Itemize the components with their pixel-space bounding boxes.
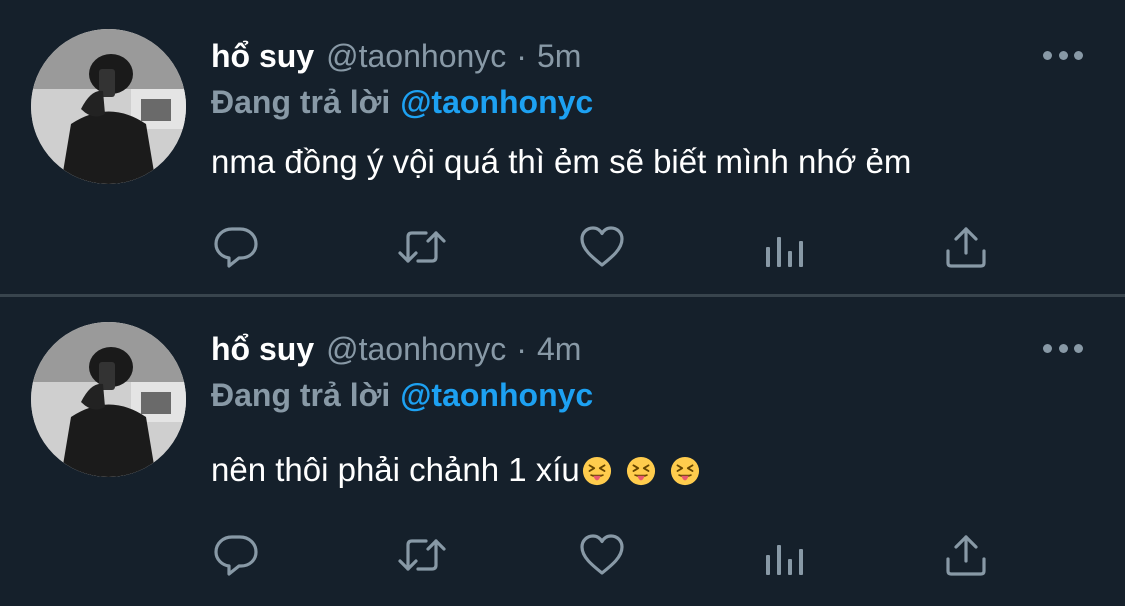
like-button[interactable] xyxy=(576,530,628,580)
analytics-icon xyxy=(766,237,803,267)
analytics-button[interactable] xyxy=(758,222,810,272)
tweet-header: hổ suy @taonhonyc · 4m xyxy=(211,329,581,369)
avatar[interactable] xyxy=(31,29,186,184)
timestamp[interactable]: 5m xyxy=(537,38,581,75)
retweet-button[interactable] xyxy=(396,530,448,580)
share-button[interactable] xyxy=(940,530,992,580)
like-button[interactable] xyxy=(576,222,628,272)
retweet-icon xyxy=(398,539,446,571)
replying-to-label: Đang trả lời xyxy=(211,84,391,120)
separator-dot: · xyxy=(516,37,527,74)
reply-icon xyxy=(214,535,258,576)
display-name[interactable]: hổ suy xyxy=(211,331,314,368)
squinting-face-with-tongue-icon xyxy=(626,456,655,486)
display-name[interactable]: hổ suy xyxy=(211,38,314,75)
squinting-face-with-tongue-icon xyxy=(670,456,699,486)
tweet-text-content: nên thôi phải chảnh 1 xíu xyxy=(211,451,580,488)
tweet-text: nên thôi phải chảnh 1 xíu xyxy=(211,451,700,489)
avatar[interactable] xyxy=(31,322,186,477)
retweet-button[interactable] xyxy=(396,222,448,272)
reply-icon xyxy=(214,227,258,268)
reply-button[interactable] xyxy=(210,530,262,580)
more-options-icon[interactable] xyxy=(1043,338,1083,358)
replying-to: Đang trả lời @taonhonyc xyxy=(211,377,593,414)
replying-to: Đang trả lời @taonhonyc xyxy=(211,84,593,121)
share-icon xyxy=(946,227,986,268)
share-button[interactable] xyxy=(940,222,992,272)
timestamp[interactable]: 4m xyxy=(537,331,581,368)
replying-to-handle[interactable]: @taonhonyc xyxy=(400,84,593,120)
squinting-face-with-tongue-icon xyxy=(582,456,611,486)
action-bar xyxy=(210,530,1000,580)
retweet-icon xyxy=(398,231,446,263)
tweet[interactable]: hổ suy @taonhonyc · 4m Đang trả lời @taon… xyxy=(0,296,1125,606)
replying-to-handle[interactable]: @taonhonyc xyxy=(400,377,593,413)
like-icon xyxy=(580,534,624,575)
share-icon xyxy=(946,535,986,576)
user-handle[interactable]: @taonhonyc xyxy=(326,38,506,75)
analytics-button[interactable] xyxy=(758,530,810,580)
tweet-text: nma đồng ý vội quá thì ẻm sẽ biết mình n… xyxy=(211,143,911,181)
replying-to-label: Đang trả lời xyxy=(211,377,391,413)
tweet[interactable]: hổ suy @taonhonyc · 5m Đang trả lời @taon… xyxy=(0,0,1125,296)
tweet-header: hổ suy @taonhonyc · 5m xyxy=(211,36,581,76)
analytics-icon xyxy=(766,545,803,575)
more-options-icon[interactable] xyxy=(1043,45,1083,65)
separator-dot: · xyxy=(516,330,527,367)
action-bar xyxy=(210,222,1000,272)
like-icon xyxy=(580,226,624,267)
tweet-text-content: nma đồng ý vội quá thì ẻm sẽ biết mình n… xyxy=(211,143,912,180)
user-handle[interactable]: @taonhonyc xyxy=(326,331,506,368)
reply-button[interactable] xyxy=(210,222,262,272)
